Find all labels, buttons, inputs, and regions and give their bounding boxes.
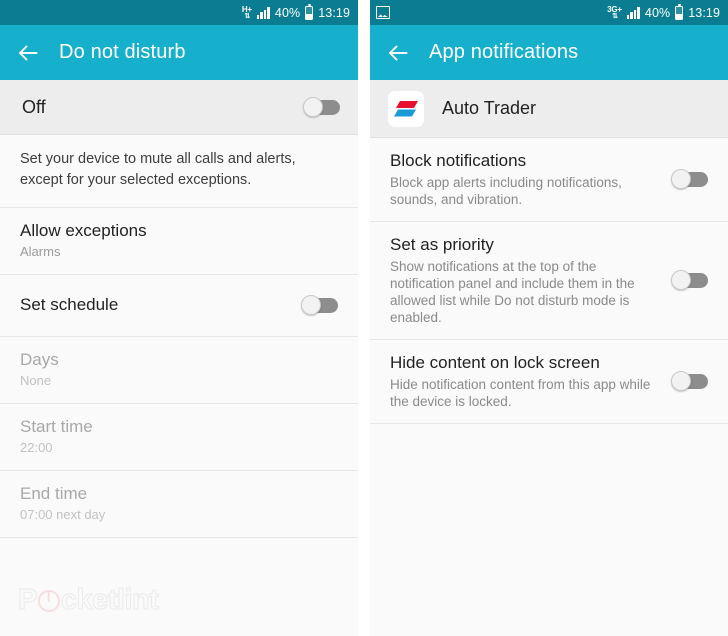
list-item-allow-exceptions[interactable]: Allow exceptions Alarms	[0, 208, 358, 275]
hide-content-toggle[interactable]	[671, 371, 708, 391]
clock: 13:19	[318, 5, 350, 20]
list-item-subtitle: Alarms	[20, 244, 61, 259]
list-item-text: Hide content on lock screen Hide notific…	[390, 352, 661, 410]
data-transfer-arrows-icon: ⇅	[612, 12, 618, 20]
list-item-title: Set as priority	[390, 235, 494, 254]
dnd-master-toggle[interactable]	[303, 97, 340, 117]
list-item-subtitle: None	[20, 373, 52, 388]
do-not-disturb-screen: H+ ⇅ 40% 13:19 Do not disturb Off Set yo…	[0, 0, 358, 636]
list-item-title: End time	[20, 484, 88, 503]
app-header-row: Auto Trader	[370, 80, 728, 138]
status-bar-right: 3G+ ⇅ 40% 13:19	[370, 0, 728, 25]
list-item-title: Allow exceptions	[20, 221, 147, 240]
list-item-title: Set schedule	[20, 295, 119, 314]
list-item-text: Set as priority Show notifications at th…	[390, 234, 661, 326]
status-bar-right-icons: H+ ⇅ 40% 13:19	[242, 3, 350, 20]
list-item-title: Hide content on lock screen	[390, 353, 600, 372]
list-item-title: Days	[20, 350, 59, 369]
list-item-subtitle: Show notifications at the top of the not…	[390, 259, 635, 325]
arrow-left-icon[interactable]	[16, 41, 40, 65]
clock: 13:19	[688, 5, 720, 20]
watermark-text-part1: P	[18, 584, 38, 617]
toggle-thumb	[303, 97, 323, 117]
battery-percentage: 40%	[644, 5, 671, 20]
list-item-text: Block notifications Block app alerts inc…	[390, 150, 661, 208]
arrow-left-icon[interactable]	[386, 41, 410, 65]
list-item-days: Days None	[0, 337, 358, 404]
list-item-subtitle: Hide notification content from this app …	[390, 377, 651, 409]
list-item-title: Start time	[20, 417, 93, 436]
app-notifications-content: Block notifications Block app alerts inc…	[370, 138, 728, 635]
list-item-text: Allow exceptions Alarms	[20, 220, 338, 261]
dual-screenshot-container: H+ ⇅ 40% 13:19 Do not disturb Off Set yo…	[0, 0, 728, 636]
power-icon	[37, 589, 60, 612]
list-item-end-time: End time 07:00 next day	[0, 471, 358, 538]
app-bar-right: App notifications	[370, 25, 728, 80]
battery-percentage: 40%	[274, 5, 301, 20]
dnd-master-row[interactable]: Off	[0, 80, 358, 135]
toggle-thumb	[671, 371, 691, 391]
network-type-icon: H+ ⇅	[242, 5, 252, 20]
signal-strength-icon	[256, 6, 270, 19]
list-item-text: Set schedule	[20, 294, 291, 316]
data-transfer-arrows-icon: ⇅	[244, 12, 250, 20]
set-schedule-toggle[interactable]	[301, 295, 338, 315]
network-type-icon: 3G+ ⇅	[607, 5, 622, 20]
signal-strength-icon	[626, 6, 640, 19]
dnd-content: Set your device to mute all calls and al…	[0, 135, 358, 635]
list-item-text: End time 07:00 next day	[20, 483, 338, 524]
list-item-subtitle: 22:00	[20, 440, 53, 455]
status-bar-left-icons	[376, 6, 607, 19]
list-item-subtitle: Block app alerts including notifications…	[390, 175, 622, 207]
app-bar-left: Do not disturb	[0, 25, 358, 80]
list-item-title: Block notifications	[390, 151, 527, 170]
watermark-text-part2: cketlint	[60, 584, 159, 617]
battery-icon	[675, 3, 684, 20]
toggle-thumb	[671, 169, 691, 189]
list-item-text: Days None	[20, 349, 338, 390]
status-bar-right-icons: 3G+ ⇅ 40% 13:19	[607, 3, 720, 20]
list-item-hide-content-on-lock-screen[interactable]: Hide content on lock screen Hide notific…	[370, 340, 728, 424]
battery-icon	[305, 3, 314, 20]
auto-trader-app-icon	[388, 90, 424, 127]
toggle-thumb	[671, 270, 691, 290]
list-item-text: Start time 22:00	[20, 416, 338, 457]
page-title: Do not disturb	[59, 41, 186, 63]
list-item-block-notifications[interactable]: Block notifications Block app alerts inc…	[370, 138, 728, 222]
set-as-priority-toggle[interactable]	[671, 270, 708, 290]
list-item-set-schedule[interactable]: Set schedule	[0, 275, 358, 337]
toggle-thumb	[301, 295, 321, 315]
screenshot-icon	[376, 6, 390, 19]
list-item-subtitle: 07:00 next day	[20, 507, 106, 522]
app-name-label: Auto Trader	[442, 98, 537, 118]
status-bar-left: H+ ⇅ 40% 13:19	[0, 0, 358, 25]
pocket-lint-watermark: P cketlint	[18, 584, 160, 617]
app-notifications-screen: 3G+ ⇅ 40% 13:19 App notifications Auto T…	[370, 0, 728, 636]
list-item-start-time: Start time 22:00	[0, 404, 358, 471]
page-title: App notifications	[429, 41, 579, 63]
dnd-description: Set your device to mute all calls and al…	[0, 135, 358, 208]
list-item-set-as-priority[interactable]: Set as priority Show notifications at th…	[370, 222, 728, 340]
dnd-master-label: Off	[22, 96, 46, 117]
block-notifications-toggle[interactable]	[671, 169, 708, 189]
